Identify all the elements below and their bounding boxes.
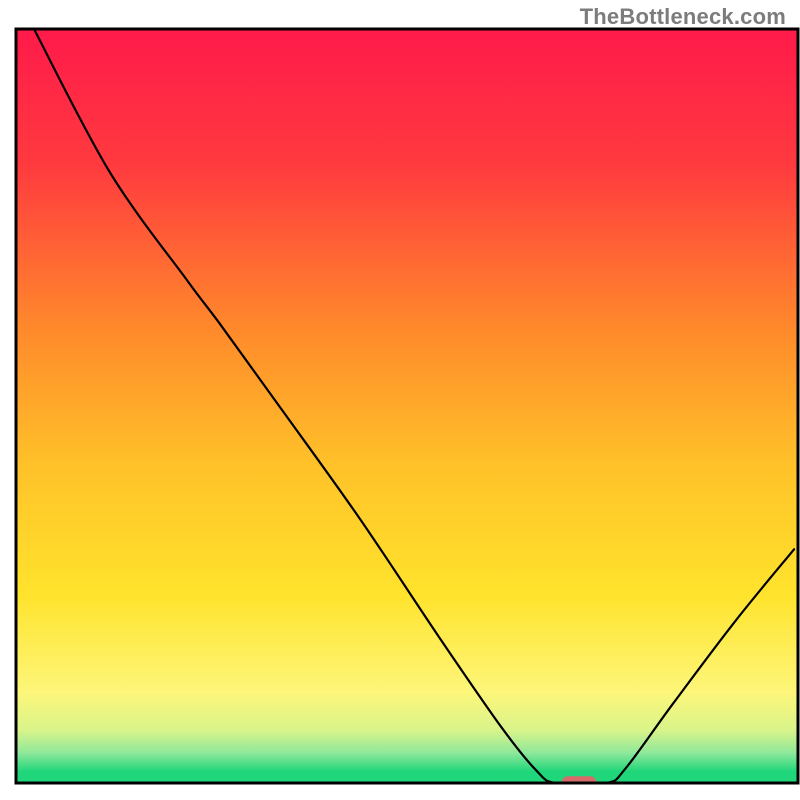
gradient-background [16, 29, 798, 783]
chart-container: TheBottleneck.com [0, 0, 800, 800]
bottleneck-chart [0, 0, 800, 800]
